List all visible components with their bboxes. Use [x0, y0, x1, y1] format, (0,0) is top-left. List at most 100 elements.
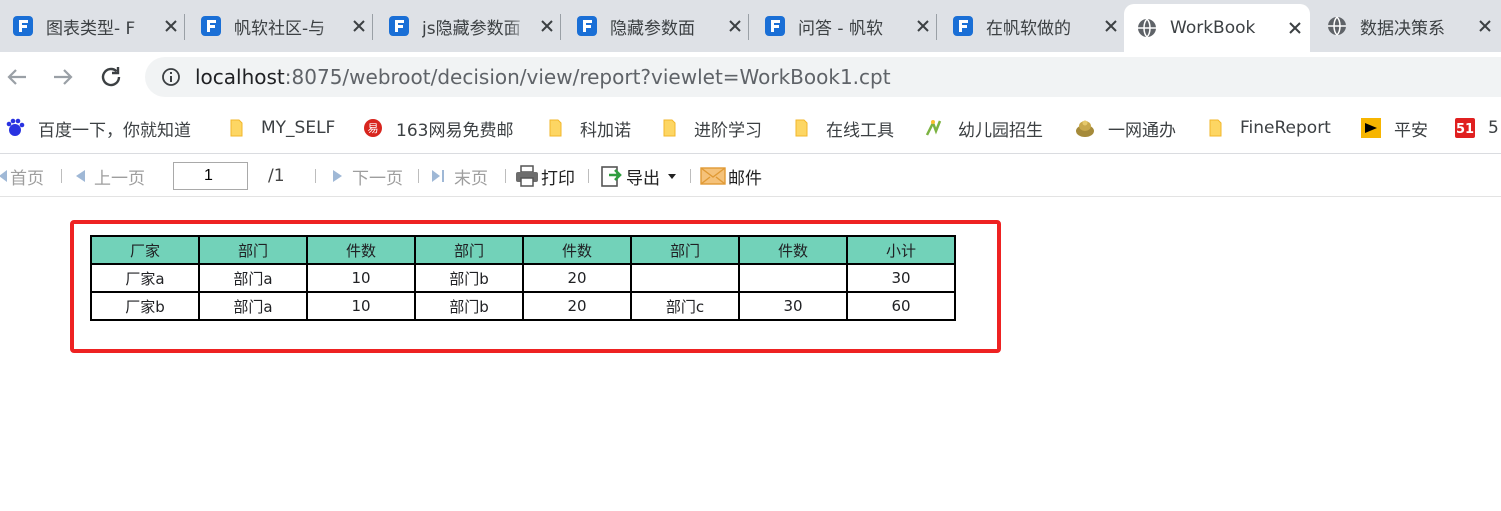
close-icon[interactable]: [538, 17, 556, 35]
folder-icon: [795, 119, 808, 137]
tab-workbook[interactable]: WorkBook: [1124, 4, 1310, 52]
tab-finereport-made[interactable]: 在帆软做的: [940, 4, 1122, 48]
bookmark-label: 科加诺: [580, 120, 631, 141]
url-host: localhost: [195, 65, 285, 89]
table-cell: 部门a: [198, 291, 308, 321]
tab-community[interactable]: 帆软社区-与: [188, 4, 370, 48]
page-number-input[interactable]: [173, 162, 248, 190]
info-icon[interactable]: [161, 67, 181, 87]
table-cell: 部门c: [630, 291, 740, 321]
close-icon[interactable]: [1476, 17, 1494, 35]
table-cell: [630, 263, 740, 293]
bookmark-online-tools[interactable]: 在线工具: [792, 114, 894, 142]
header-cell: 部门: [414, 235, 524, 265]
table-cell: 10: [306, 291, 416, 321]
tab-js-hidden-param[interactable]: js隐藏参数面: [376, 4, 558, 48]
mail-icon: [700, 167, 726, 185]
toolbar-separator: [418, 169, 419, 183]
report-toolbar: 首页 上一页 /1 下一页 末页 打印 导出 邮件: [0, 155, 1501, 197]
table-cell: 厂家a: [90, 263, 200, 293]
first-page-button[interactable]: 首页: [0, 164, 44, 189]
table-cell: 20: [522, 291, 632, 321]
first-page-label: 首页: [10, 168, 44, 189]
close-icon[interactable]: [914, 17, 932, 35]
mail-label: 邮件: [728, 168, 762, 189]
bookmark-51[interactable]: 51 5: [1454, 114, 1499, 142]
bookmark-163[interactable]: 易 163网易免费邮: [362, 114, 513, 142]
bookmark-baidu[interactable]: 百度一下，你就知道: [4, 114, 191, 142]
bookmark-kejianuo[interactable]: 科加诺: [546, 114, 631, 142]
tab-title: 数据决策系: [1360, 18, 1445, 39]
table-cell: 部门b: [414, 263, 524, 293]
last-page-button[interactable]: 末页: [430, 164, 488, 189]
table-row: 厂家b 部门a 10 部门b 20 部门c 30 60: [90, 291, 956, 321]
bookmark-one-net[interactable]: 一网通办: [1074, 114, 1176, 142]
prev-page-icon: [76, 170, 85, 182]
gov-icon: [1076, 120, 1094, 137]
export-label: 导出: [626, 168, 660, 189]
navigation-bar: localhost:8075/webroot/decision/view/rep…: [0, 52, 1501, 102]
close-icon[interactable]: [162, 17, 180, 35]
prev-page-button[interactable]: 上一页: [74, 164, 145, 189]
close-icon[interactable]: [1286, 19, 1304, 37]
tab-qa[interactable]: 问答 - 帆软: [752, 4, 934, 48]
globe-icon: [1138, 18, 1156, 38]
mail-button[interactable]: 邮件: [700, 164, 762, 189]
globe-icon: [1328, 16, 1346, 36]
close-icon[interactable]: [350, 17, 368, 35]
print-button[interactable]: 打印: [515, 164, 575, 189]
tab-title: js隐藏参数面: [422, 18, 521, 39]
bookmark-pingan[interactable]: 平安: [1360, 114, 1428, 142]
bookmark-label: 在线工具: [826, 120, 894, 141]
tab-separator: [936, 14, 937, 40]
svg-text:51: 51: [1456, 122, 1474, 137]
close-icon[interactable]: [1102, 17, 1120, 35]
toolbar-separator: [690, 169, 691, 183]
folder-icon: [663, 119, 676, 137]
header-cell: 小计: [846, 235, 956, 265]
tab-separator: [372, 14, 373, 40]
bookmark-advanced-learning[interactable]: 进阶学习: [660, 114, 762, 142]
table-cell: 30: [738, 291, 848, 321]
printer-icon: [516, 165, 538, 187]
folder-icon: [1209, 119, 1222, 137]
tab-title: 问答 - 帆软: [798, 18, 883, 39]
dropdown-arrow-icon[interactable]: [666, 171, 678, 181]
toolbar-separator: [588, 169, 589, 183]
next-page-button[interactable]: 下一页: [330, 164, 403, 189]
reload-icon[interactable]: [98, 64, 124, 90]
bookmarks-bar: 百度一下，你就知道 MY_SELF 易 163网易免费邮 科加诺 进阶学习 在线…: [0, 102, 1501, 154]
last-page-icon: [432, 170, 444, 182]
finereport-icon: [765, 16, 785, 36]
table-cell: 部门b: [414, 291, 524, 321]
bookmark-my-self[interactable]: MY_SELF: [227, 114, 335, 142]
finereport-icon: [389, 16, 409, 36]
toolbar-separator: [505, 169, 506, 183]
close-icon[interactable]: [726, 17, 744, 35]
back-icon[interactable]: [4, 64, 30, 90]
table-cell: 部门a: [198, 263, 308, 293]
next-page-icon: [333, 170, 342, 182]
forward-icon[interactable]: [50, 64, 76, 90]
tab-hidden-param-panel[interactable]: 隐藏参数面: [564, 4, 746, 48]
bookmark-label: 163网易免费邮: [396, 120, 514, 141]
tab-separator: [748, 14, 749, 40]
header-cell: 厂家: [90, 235, 200, 265]
first-page-icon: [0, 170, 7, 182]
address-bar[interactable]: localhost:8075/webroot/decision/view/rep…: [145, 57, 1501, 97]
tab-title: WorkBook: [1170, 18, 1256, 38]
netease-icon: 易: [364, 119, 382, 137]
bookmark-finereport[interactable]: FineReport: [1206, 114, 1331, 142]
bookmark-kindergarten[interactable]: 幼儿园招生: [924, 114, 1043, 142]
next-page-label: 下一页: [352, 168, 403, 189]
header-cell: 件数: [522, 235, 632, 265]
export-icon: [601, 166, 622, 187]
report-table: 厂家 部门 件数 部门 件数 部门 件数 小计 厂家a 部门a 10 部门b 2…: [90, 235, 956, 321]
table-cell: 10: [306, 263, 416, 293]
table-cell: [738, 263, 848, 293]
export-button[interactable]: 导出: [600, 164, 678, 189]
tab-chart-types[interactable]: 图表类型- F: [0, 4, 182, 48]
table-cell: 60: [846, 291, 956, 321]
tab-title: 帆软社区-与: [234, 18, 326, 39]
tab-decision-system[interactable]: 数据决策系: [1314, 4, 1501, 48]
